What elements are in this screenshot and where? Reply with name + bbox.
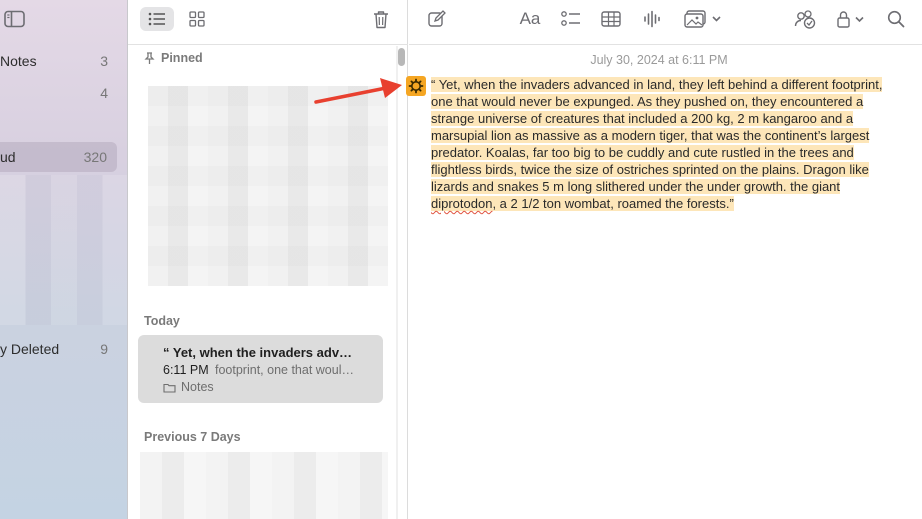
delete-button[interactable] [364,7,398,31]
trash-icon [374,10,388,28]
note-body-text[interactable]: “ Yet, when the invaders advanced in lan… [431,76,883,212]
previous-notes-blurred[interactable] [140,452,388,519]
folder-icon [163,383,176,393]
gallery-view-button[interactable] [180,7,214,31]
note-list-item-selected[interactable]: “ Yet, when the invaders adv… 6:11 PM fo… [138,335,383,403]
format-button[interactable]: Aa [518,7,542,31]
sidebar-item-folder[interactable]: 4 [0,78,118,108]
highlighted-text: “ Yet, when the invaders advanced in lan… [431,77,883,211]
note-title: “ Yet, when the invaders adv… [163,345,353,360]
search-button[interactable] [886,7,906,31]
note-time: 6:11 PM [163,363,209,377]
compose-button[interactable] [427,7,447,31]
today-section-header: Today [144,314,180,328]
sidebar-item-label: y Deleted [0,341,60,357]
sidebar-item-recently-deleted[interactable]: y Deleted 9 [0,334,118,364]
note-folder: Notes [163,380,214,394]
sidebar-item-count: 4 [100,85,108,101]
pinned-note-blurred[interactable] [148,86,388,286]
previous-7-days-header: Previous 7 Days [144,430,241,444]
pinned-label: Pinned [161,51,203,65]
note-list-toolbar [128,0,408,45]
compose-icon [428,10,446,27]
sidebar-item-count: 3 [100,53,108,69]
note-date: July 30, 2024 at 6:11 PM [590,53,728,67]
note-folder-label: Notes [181,380,214,394]
checklist-icon [561,11,580,26]
audio-button[interactable] [642,7,662,31]
red-arrow-annotation [314,78,402,104]
pinned-section-header: Pinned [144,51,203,65]
sidebar-item-count: 320 [83,149,107,165]
sidebar-item-notes[interactable]: Notes 3 [0,46,118,76]
media-button[interactable] [683,7,725,31]
lock-button[interactable] [836,7,868,31]
sidebar-item-label: ud [0,149,16,165]
lock-icon [837,11,864,28]
list-view-icon [148,12,165,26]
sidebar-item-label: Notes [0,53,37,69]
note-snippet: footprint, one that woul… [215,363,354,377]
collaborate-button[interactable] [793,7,817,31]
list-view-button[interactable] [140,7,174,31]
note-editor: Aa July 30, 2024 at 6:11 PM “ Yet, when … [409,0,922,519]
sidebar-blurred-region [0,175,127,325]
misspelled-word: diprotodon [431,196,493,211]
gallery-view-icon [189,11,205,27]
note-list-scrollbar[interactable] [398,46,405,519]
checklist-button[interactable] [560,7,582,31]
table-button[interactable] [600,7,622,31]
sidebar: Notes 3 4 ud 320 y Deleted 9 [0,0,128,519]
editor-toolbar: Aa [409,0,922,45]
table-icon [601,11,621,27]
waveform-icon [644,10,660,28]
sidebar-item-icloud[interactable]: ud 320 [0,142,117,172]
photo-icon [684,10,721,28]
search-icon [887,10,905,28]
sidebar-item-count: 9 [100,341,108,357]
collaborate-icon [794,10,816,29]
scroll-thumb[interactable] [398,48,405,66]
pin-icon [144,52,155,64]
sidebar-toggle-icon[interactable] [4,10,26,28]
